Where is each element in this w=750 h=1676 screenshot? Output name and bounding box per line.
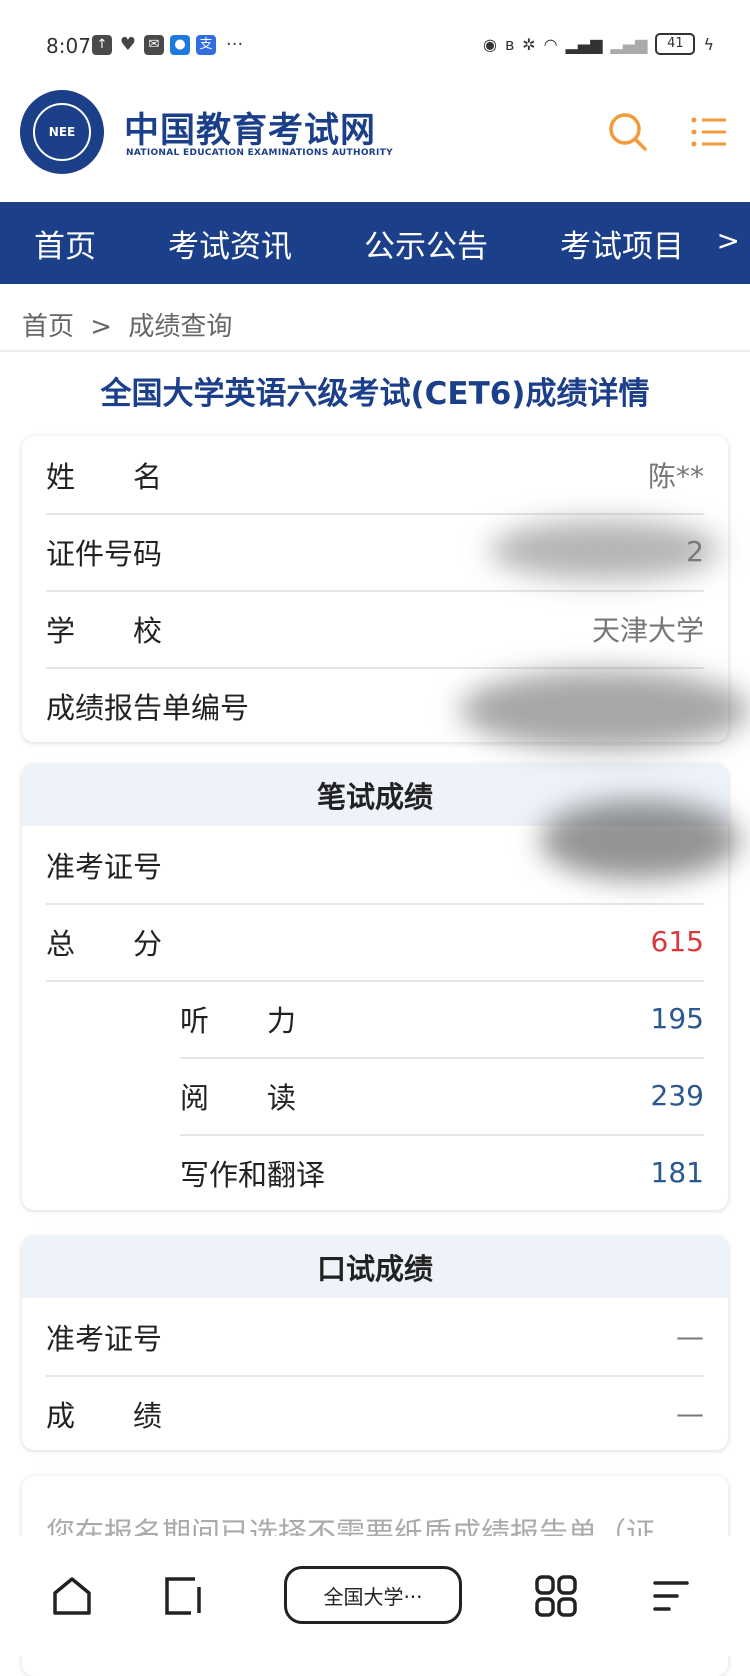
oral-score-card: 口试成绩 准考证号 — 成 绩 — [22,1236,728,1450]
eye-icon: ◉ [482,34,497,54]
apps-icon [535,1575,577,1617]
menu-icon [653,1581,689,1611]
listening-label: 听 力 [180,1003,297,1038]
written-row-total: 总 分 615 [46,903,704,982]
nav-more-arrow-icon[interactable]: > [717,224,740,257]
status-system-icons: ◉ ʙ ✲ ◠ ▂▄▆ ▂▄▆ 41 ϟ [483,33,714,55]
bot-icon: ● [170,34,190,55]
breadcrumb-current: 成绩查询 [128,312,233,342]
mail-icon: ✉ [144,34,164,55]
signal2-icon: ▂▄▆ [610,34,648,54]
search-button[interactable] [606,110,650,154]
name-value: 陈** [647,459,704,493]
nfc-icon: ✲ [522,34,536,54]
home-icon [53,1577,91,1615]
total-label: 总 分 [46,926,163,961]
reading-value: 239 [650,1079,704,1112]
listening-value: 195 [650,1002,704,1035]
breadcrumb-home[interactable]: 首页 [22,312,74,342]
breadcrumb-separator: > [90,312,113,342]
page-title: 全国大学英语六级考试(CET6)成绩详情 [100,376,650,412]
writing-label: 写作和翻译 [180,1157,326,1192]
site-logo[interactable]: NEE [20,90,104,174]
school-value: 天津大学 [591,613,704,647]
tabs-icon [165,1577,201,1615]
logo-text: NEE [33,103,91,161]
home-button[interactable] [42,1566,102,1626]
name-label: 姓 名 [46,459,163,494]
nav-item-news[interactable]: 考试资讯 [168,202,292,284]
main-nav: 首页 考试资讯 公示公告 考试项目 > [0,202,750,284]
more-notifications-icon: ··· [226,34,244,55]
site-header: NEE 中国教育考试网 NATIONAL EDUCATION EXAMINATI… [0,90,750,202]
menu-button[interactable] [690,112,730,152]
oral-ticket-value: — [676,1320,704,1353]
id-label: 证件号码 [46,536,163,571]
status-bar: 8:07 ↑ ♥ ✉ ● 支 ··· ◉ ʙ ✲ ◠ ▂▄▆ ▂▄▆ 41 ϟ [0,0,750,90]
site-title[interactable]: 中国教育考试网 [124,102,376,153]
school-label: 学 校 [46,613,163,648]
redaction-smudge [490,520,720,580]
oral-row-score: 成 绩 — [46,1375,704,1450]
writing-value: 181 [650,1156,704,1189]
written-row-reading: 阅 读 239 [180,1057,704,1136]
apps-button[interactable] [526,1566,586,1626]
wifi-icon: ◠ [543,34,558,54]
info-row-school: 学 校 天津大学 [46,590,704,669]
info-row-name: 姓 名 陈** [46,436,704,515]
divider [0,350,750,352]
search-icon [609,113,647,151]
nav-item-home[interactable]: 首页 [34,202,96,284]
oral-score-label: 成 绩 [46,1398,163,1433]
upload-icon: ↑ [92,34,112,55]
nav-item-announcements[interactable]: 公示公告 [364,202,488,284]
breadcrumb: 首页 > 成绩查询 [22,306,232,343]
status-time: 8:07 [46,34,91,58]
report-label: 成绩报告单编号 [46,690,250,725]
redaction-smudge [460,670,750,750]
reading-label: 阅 读 [180,1080,297,1115]
bluetooth-icon: ʙ [504,34,515,54]
nav-item-exams[interactable]: 考试项目 [560,202,684,284]
total-value: 615 [650,925,704,958]
status-app-icons: ↑ ♥ ✉ ● 支 ··· [92,34,243,55]
written-row-listening: 听 力 195 [180,980,704,1059]
redaction-smudge [540,800,740,880]
heart-icon: ♥ [118,33,138,55]
charging-icon: ϟ [703,34,714,54]
signal-icon: ▂▄▆ [565,34,603,54]
current-tab-pill[interactable]: 全国大学··· [284,1566,462,1624]
menu-bottom-button[interactable] [640,1566,700,1626]
oral-ticket-label: 准考证号 [46,1321,163,1356]
oral-row-ticket: 准考证号 — [46,1298,704,1377]
oral-score-value: — [676,1397,704,1430]
list-menu-icon [691,117,726,147]
written-row-writing: 写作和翻译 181 [180,1134,704,1210]
battery-icon: 41 [655,33,696,55]
site-subtitle: NATIONAL EDUCATION EXAMINATIONS AUTHORIT… [126,148,393,158]
browser-bottom-bar: 全国大学··· [0,1536,750,1656]
tabs-button[interactable] [154,1566,214,1626]
oral-score-title: 口试成绩 [22,1236,728,1298]
alipay-icon: 支 [196,34,216,55]
ticket-label: 准考证号 [46,849,163,884]
